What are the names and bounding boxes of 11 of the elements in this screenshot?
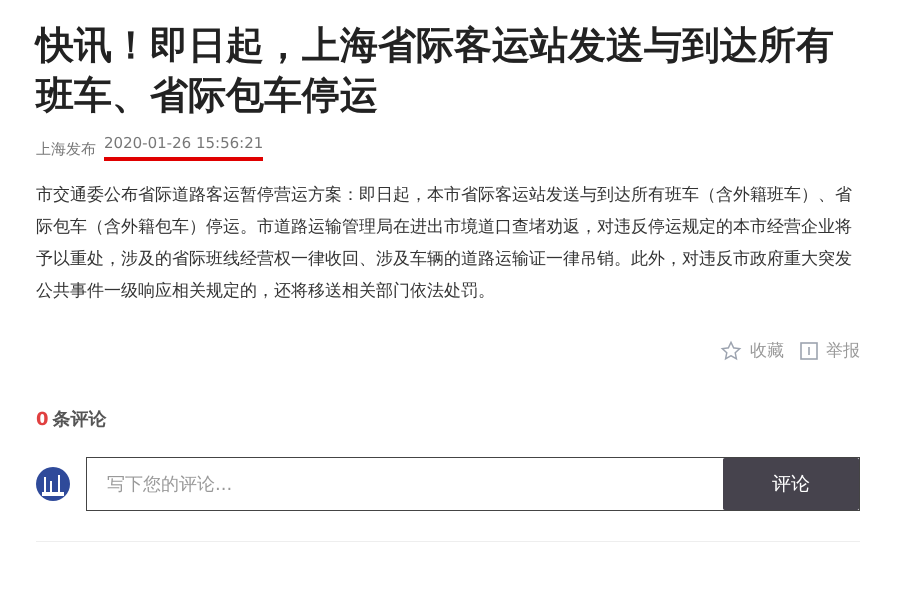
article-title: 快讯！即日起，上海省际客运站发送与到达所有班车、省际包车停运 [36,22,835,119]
submit-comment-button[interactable]: 评论 [723,458,859,510]
publish-date: 2020-01-26 15:56:21 [104,132,264,160]
star-icon [720,340,742,362]
avatar-logo-icon [36,467,70,501]
article-body: 市交通委公布省际道路客运暂停营运方案：即日起，本市省际客运站发送与到达所有班车（含外籍班车）、省际包车（含外籍包车）停运。市道路运输管理局在进出市境道口查堵劝返，对违反停运规定的本市经营企业将予以重处，涉及的省际班线经营权一律收回、涉及车辆的道路运输证一律吊销。此外，对违反市政府重大突发公共事件一级响应相关规定的，还将移送相关部门依法处罚。 [36,184,853,302]
comment-count: 0 [36,408,49,432]
source-name: 上海发布 [36,139,96,160]
comment-box[interactable]: 写下您的评论... 评论 [86,457,860,511]
report-icon [800,342,818,360]
comments-heading: 条评论 [52,408,107,432]
